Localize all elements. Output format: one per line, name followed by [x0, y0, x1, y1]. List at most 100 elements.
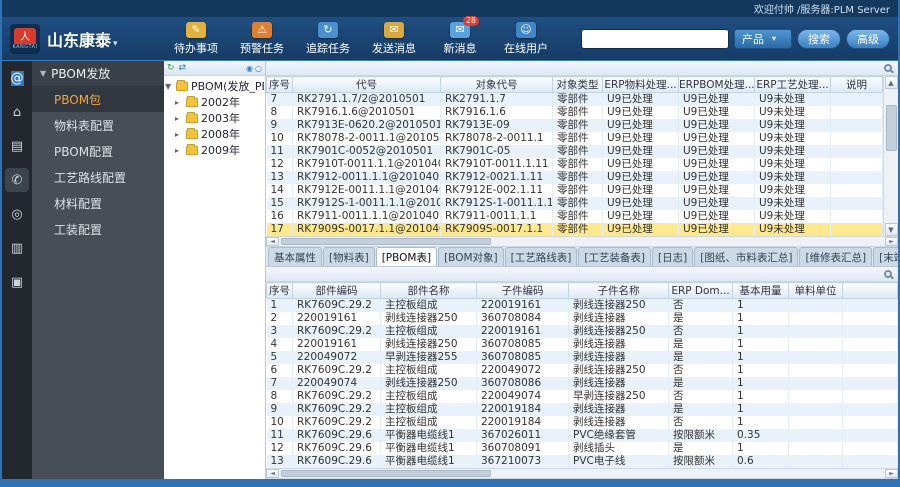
- cell-erp-dom[interactable]: 是: [668, 312, 733, 325]
- cell-parent-code[interactable]: 220019161: [292, 312, 381, 325]
- advanced-search-button[interactable]: 高级: [846, 28, 890, 49]
- cell-seq[interactable]: 13: [266, 171, 293, 184]
- cell-parent-name[interactable]: 平衡器电缆线1: [380, 429, 477, 442]
- cell-erp-process[interactable]: U9未处理: [754, 197, 831, 210]
- cell-child-name[interactable]: 剥线连接器250: [568, 325, 669, 338]
- search-input[interactable]: [581, 28, 729, 49]
- cell-erp-process[interactable]: U9未处理: [754, 119, 831, 132]
- cell-base-qty[interactable]: 1: [732, 364, 789, 377]
- detail-tab[interactable]: 基本属性: [268, 247, 322, 266]
- cell-object-code[interactable]: RK7910T-0011.1.11: [440, 158, 553, 171]
- broadcast-icon[interactable]: ◎: [5, 202, 29, 226]
- table-row[interactable]: 7 220049074 剥线连接器250 360708086 剥线连接器 是 1: [266, 377, 898, 390]
- expander-icon[interactable]: ▸: [175, 130, 183, 139]
- cell-note[interactable]: [830, 184, 883, 197]
- cell-parent-code[interactable]: RK7609C.29.2: [292, 403, 381, 416]
- cell-child-name[interactable]: 剥线连接器: [568, 312, 669, 325]
- scroll-thumb[interactable]: [885, 105, 897, 151]
- cell-seq[interactable]: 9: [266, 119, 293, 132]
- table-row[interactable]: 10 RK78078-2-0011.1@2010501 RK78078-2-00…: [266, 132, 883, 145]
- detail-tab[interactable]: [图纸、市料表汇总]: [694, 247, 799, 266]
- cell-unit[interactable]: [788, 429, 843, 442]
- cell-blank[interactable]: [842, 416, 898, 429]
- cell-code[interactable]: RK7911-0011.1.1@2010401: [292, 210, 441, 223]
- cell-code[interactable]: RK7912E-0011.1.1@2010401: [292, 184, 441, 197]
- cell-child-code[interactable]: 360708091: [476, 442, 569, 455]
- cell-code[interactable]: RK7910T-0011.1.1@2010401: [292, 158, 441, 171]
- cell-base-qty[interactable]: 1: [732, 338, 789, 351]
- column-header[interactable]: 序号: [266, 282, 293, 299]
- cell-base-qty[interactable]: 1: [732, 325, 789, 338]
- cell-base-qty[interactable]: 0.6: [732, 455, 789, 468]
- cell-code[interactable]: RK7901C-0052@2010501: [292, 145, 441, 158]
- cell-erp-bom[interactable]: U9已处理: [678, 223, 755, 236]
- sidebar-item[interactable]: 材料配置: [32, 190, 164, 216]
- cell-erp-process[interactable]: U9未处理: [754, 171, 831, 184]
- cell-erp-dom[interactable]: 是: [668, 403, 733, 416]
- cell-unit[interactable]: [788, 364, 843, 377]
- cell-seq[interactable]: 11: [266, 429, 293, 442]
- scroll-up-icon[interactable]: ▲: [884, 76, 898, 89]
- cell-parent-name[interactable]: 平衡器电缆线1: [380, 442, 477, 455]
- cell-child-code[interactable]: 220019184: [476, 416, 569, 429]
- cell-code[interactable]: RK7912-0011.1.1@2010401: [292, 171, 441, 184]
- home-icon[interactable]: ⌂: [5, 100, 29, 124]
- column-header[interactable]: 单料单位: [788, 282, 843, 299]
- scroll-left-icon[interactable]: ◄: [266, 469, 279, 478]
- cell-blank[interactable]: [842, 312, 898, 325]
- cell-object-code[interactable]: RK2791.1.7: [440, 92, 553, 106]
- cell-blank[interactable]: [842, 429, 898, 442]
- table-row[interactable]: 6 RK7609C.29.2 主控板组成 220049072 剥线连接器250 …: [266, 364, 898, 377]
- cell-blank[interactable]: [842, 403, 898, 416]
- cell-erp-bom[interactable]: U9已处理: [678, 106, 755, 119]
- cell-parent-code[interactable]: 220019161: [292, 338, 381, 351]
- cell-object-code[interactable]: RK7911-0011.1.1: [440, 210, 553, 223]
- column-header[interactable]: 说明: [830, 76, 883, 93]
- cell-unit[interactable]: [788, 390, 843, 403]
- cell-blank[interactable]: [842, 325, 898, 338]
- table-row[interactable]: 9 RK7609C.29.2 主控板组成 220019184 剥线连接器 是 1: [266, 403, 898, 416]
- column-header[interactable]: 序号: [266, 76, 293, 93]
- table-row[interactable]: 15 RK7912S-1-0011.1.1@2010401 RK7912S-1-…: [266, 197, 883, 210]
- cell-erp-bom[interactable]: U9已处理: [678, 119, 755, 132]
- cell-erp-bom[interactable]: U9已处理: [678, 184, 755, 197]
- detail-tab[interactable]: [BOM对象]: [438, 247, 504, 266]
- cell-object-code[interactable]: RK7909S-0017.1.1: [440, 223, 553, 236]
- cell-parent-code[interactable]: 220049074: [292, 377, 381, 390]
- cell-seq[interactable]: 10: [266, 132, 293, 145]
- cell-child-code[interactable]: 220049072: [476, 364, 569, 377]
- cell-seq[interactable]: 2: [266, 312, 293, 325]
- cell-base-qty[interactable]: 1: [732, 312, 789, 325]
- table-row[interactable]: 13 RK7912-0011.1.1@2010401 RK7912-0021.1…: [266, 171, 883, 184]
- search-button[interactable]: 搜索: [797, 28, 841, 49]
- cell-parent-code[interactable]: RK7609C.29.2: [292, 390, 381, 403]
- cell-child-code[interactable]: 360708085: [476, 351, 569, 364]
- cell-object-type[interactable]: 零部件: [552, 106, 603, 119]
- cell-erp-material[interactable]: U9已处理: [602, 132, 679, 145]
- cell-seq[interactable]: 7: [266, 377, 293, 390]
- cell-unit[interactable]: [788, 377, 843, 390]
- cell-erp-material[interactable]: U9已处理: [602, 119, 679, 132]
- cell-object-code[interactable]: RK7916.1.6: [440, 106, 553, 119]
- cell-code[interactable]: RK78078-2-0011.1@2010501: [292, 132, 441, 145]
- cell-child-name[interactable]: 剥线插头: [568, 442, 669, 455]
- cell-erp-material[interactable]: U9已处理: [602, 158, 679, 171]
- cell-erp-process[interactable]: U9未处理: [754, 158, 831, 171]
- cell-code[interactable]: RK7909S-0017.1.1@2010401: [292, 223, 441, 236]
- cell-parent-name[interactable]: 剥线连接器250: [380, 377, 477, 390]
- tree-node[interactable]: ▸ 2003年: [165, 110, 264, 126]
- cell-parent-code[interactable]: RK7609C.29.6: [292, 429, 381, 442]
- tree-node[interactable]: ▸ 2009年: [165, 142, 264, 158]
- cell-seq[interactable]: 5: [266, 351, 293, 364]
- cell-note[interactable]: [830, 106, 883, 119]
- cell-blank[interactable]: [842, 338, 898, 351]
- cell-erp-dom[interactable]: 否: [668, 364, 733, 377]
- cell-erp-bom[interactable]: U9已处理: [678, 171, 755, 184]
- book-icon[interactable]: ▥: [5, 236, 29, 260]
- cell-parent-name[interactable]: 剥线连接器250: [380, 312, 477, 325]
- radio-off-icon[interactable]: ○: [255, 64, 262, 73]
- cell-erp-material[interactable]: U9已处理: [602, 223, 679, 236]
- scroll-right-icon[interactable]: ►: [885, 469, 898, 478]
- cell-seq[interactable]: 9: [266, 403, 293, 416]
- cell-code[interactable]: RK2791.1.7/2@2010501: [292, 92, 441, 106]
